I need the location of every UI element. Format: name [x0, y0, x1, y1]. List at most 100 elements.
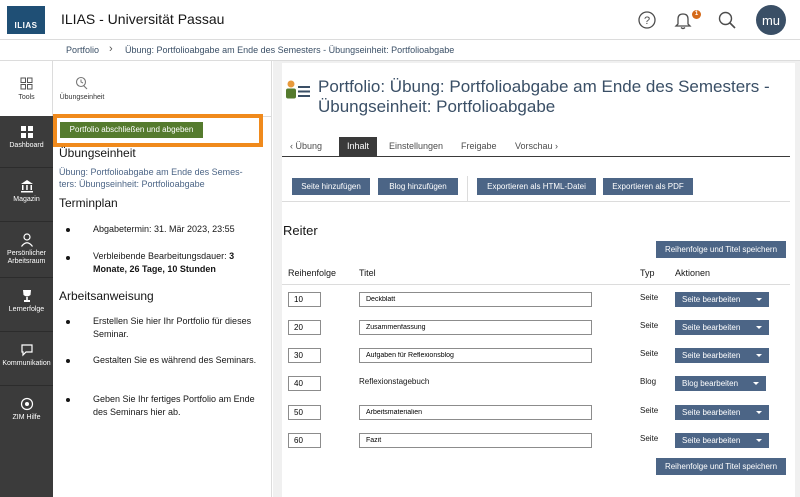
rail-item-dashboard[interactable]: Dashboard	[0, 116, 53, 168]
row-type: Seite	[640, 321, 659, 330]
row-type: Seite	[640, 406, 659, 415]
assignment-link[interactable]: Übung: Portfolioabgabe am Ende des Semes…	[59, 166, 264, 190]
add-page-button[interactable]: Seite hinzufügen	[292, 178, 370, 195]
remaining-time: Verbleibende Bearbeitungsdauer: 3 Monate…	[93, 250, 263, 276]
edit-action-dropdown[interactable]: Seite bearbeiten	[675, 320, 769, 335]
tab-einstellungen[interactable]: Einstellungen	[381, 137, 451, 156]
title-input[interactable]	[359, 433, 592, 448]
save-order-button-bottom[interactable]: Reihenfolge und Titel speichern	[656, 458, 786, 475]
export-pdf-button[interactable]: Exportieren als PDF	[603, 178, 693, 195]
rail-item-label: Magazin	[13, 196, 40, 203]
slate-tab-label: Übungseinheit	[59, 94, 105, 101]
breadcrumb-portfolio[interactable]: Portfolio	[66, 45, 99, 55]
portfolio-icon	[286, 80, 310, 99]
bullet	[66, 359, 70, 363]
exercise-icon	[75, 76, 88, 90]
bullet	[66, 228, 70, 232]
svg-text:?: ?	[644, 15, 650, 27]
ilias-logo[interactable]: ILIAS	[7, 6, 45, 34]
rail-item-personal-workspace[interactable]: Persönlicher Arbeitsraum	[0, 224, 53, 278]
chevron-right-icon: ›	[552, 141, 559, 151]
schedule-heading: Terminplan	[59, 196, 118, 210]
notification-badge: 1	[692, 10, 701, 19]
action-label: Seite bearbeiten	[682, 351, 741, 360]
person-icon	[20, 233, 33, 247]
tab-freigabe[interactable]: Freigabe	[453, 137, 505, 156]
tab-back-uebung[interactable]: ‹ Übung	[282, 137, 330, 156]
tab-vorschau[interactable]: Vorschau ›	[507, 137, 566, 156]
rail-item-label: Dashboard	[9, 142, 44, 149]
help-icon[interactable]: ?	[636, 9, 658, 31]
bullet	[66, 398, 70, 402]
export-html-button[interactable]: Exportieren als HTML-Datei	[477, 178, 596, 195]
rail-item-lernerfolge[interactable]: Lernerfolge	[0, 280, 53, 332]
section-title: Reiter	[283, 223, 318, 238]
bullet	[66, 320, 70, 324]
rail-tools-label: Tools	[18, 94, 35, 101]
rail-item-magazin[interactable]: Magazin	[0, 170, 53, 222]
rail-item-label: ZIM Hilfe	[12, 414, 41, 421]
chat-icon	[20, 344, 33, 357]
column-header-type: Typ	[640, 268, 655, 278]
tab-label: Vorschau	[515, 141, 553, 151]
row-type: Seite	[640, 293, 659, 302]
add-blog-button[interactable]: Blog hinzufügen	[378, 178, 458, 195]
rail-item-kommunikation[interactable]: Kommunikation	[0, 334, 53, 386]
rail-item-label: Kommunikation	[2, 360, 51, 367]
trophy-icon	[22, 290, 31, 302]
user-avatar[interactable]: mu	[756, 5, 786, 35]
column-header-order: Reihenfolge	[288, 268, 337, 278]
rail-item-label: Lernerfolge	[8, 306, 45, 313]
order-input[interactable]	[288, 348, 321, 363]
submit-portfolio-button[interactable]: Portfolio abschließen und abgeben	[60, 122, 203, 138]
action-label: Seite bearbeiten	[682, 295, 741, 304]
edit-action-dropdown[interactable]: Seite bearbeiten	[675, 348, 769, 363]
row-type: Blog	[640, 377, 657, 386]
rail-item-zim-hilfe[interactable]: ZIM Hilfe	[0, 388, 53, 440]
breadcrumb: Portfolio › Übung: Portfolioabgabe am En…	[0, 40, 800, 61]
help-circle-icon	[20, 397, 33, 411]
caret-down-icon	[756, 439, 762, 442]
caret-down-icon	[756, 411, 762, 414]
table-divider	[282, 284, 790, 285]
main-bar: Tools Dashboard Magazin Persönlicher Arb…	[0, 61, 53, 497]
action-label: Seite bearbeiten	[682, 436, 741, 445]
order-input[interactable]	[288, 376, 321, 391]
instruction-item: Gestalten Sie es während des Seminars.	[93, 355, 257, 365]
edit-action-dropdown[interactable]: Blog bearbeiten	[675, 376, 766, 391]
tab-bar: ‹ Übung Inhalt Einstellungen Freigabe Vo…	[282, 137, 790, 157]
row-type: Seite	[640, 349, 659, 358]
caret-down-icon	[756, 326, 762, 329]
breadcrumb-current[interactable]: Übung: Portfolioabgabe am Ende des Semes…	[125, 45, 454, 55]
caret-down-icon	[756, 298, 762, 301]
order-input[interactable]	[288, 320, 321, 335]
action-label: Seite bearbeiten	[682, 408, 741, 417]
row-title-text: Reflexionstagebuch	[359, 377, 430, 386]
search-icon[interactable]	[716, 9, 738, 31]
caret-down-icon	[756, 354, 762, 357]
breadcrumb-separator-icon: ›	[109, 43, 113, 55]
library-icon	[20, 180, 33, 193]
page-title: Portfolio: Übung: Portfolioabgabe am End…	[318, 77, 770, 116]
save-order-button-top[interactable]: Reihenfolge und Titel speichern	[656, 241, 786, 258]
order-input[interactable]	[288, 433, 321, 448]
bell-icon[interactable]	[672, 9, 694, 31]
edit-action-dropdown[interactable]: Seite bearbeiten	[675, 292, 769, 307]
title-input[interactable]	[359, 320, 592, 335]
bullet	[66, 256, 70, 260]
action-label: Blog bearbeiten	[682, 379, 739, 388]
slate-tab-exercise[interactable]: Übungseinheit	[56, 61, 108, 116]
edit-action-dropdown[interactable]: Seite bearbeiten	[675, 405, 769, 420]
top-header: ILIAS ILIAS - Universität Passau ? 1 mu	[0, 0, 800, 40]
order-input[interactable]	[288, 292, 321, 307]
tab-inhalt[interactable]: Inhalt	[339, 137, 378, 156]
order-input[interactable]	[288, 405, 321, 420]
rail-tools[interactable]: Tools	[0, 61, 53, 116]
title-input[interactable]	[359, 405, 592, 420]
title-input[interactable]	[359, 292, 592, 307]
instruction-heading: Arbeitsanweisung	[59, 289, 154, 303]
title-input[interactable]	[359, 348, 592, 363]
edit-action-dropdown[interactable]: Seite bearbeiten	[675, 433, 769, 448]
content-panel	[282, 63, 795, 497]
instruction-item: Erstellen Sie hier Ihr Portfolio für die…	[93, 316, 252, 339]
